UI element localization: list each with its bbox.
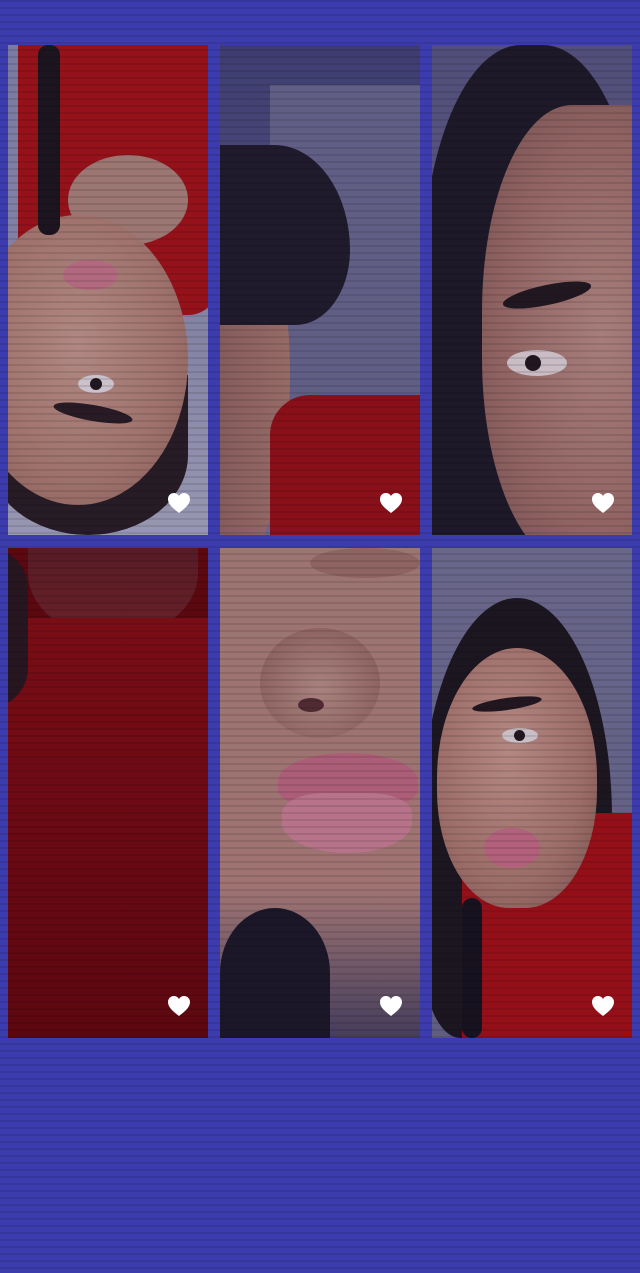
photo-image <box>8 45 208 535</box>
heart-icon <box>380 996 402 1016</box>
like-button[interactable] <box>166 994 192 1018</box>
like-button[interactable] <box>166 491 192 515</box>
photo-tile[interactable] <box>220 45 420 535</box>
photo-tile[interactable] <box>8 45 208 535</box>
photo-grid <box>8 45 632 1038</box>
like-button[interactable] <box>590 994 616 1018</box>
heart-icon <box>592 996 614 1016</box>
photo-image <box>8 548 208 1038</box>
photo-image <box>432 45 632 535</box>
empty-bottom-area <box>0 1040 640 1273</box>
photo-tile[interactable] <box>220 548 420 1038</box>
heart-icon <box>380 493 402 513</box>
photo-tile[interactable] <box>432 548 632 1038</box>
screen <box>0 0 640 1273</box>
photo-tile[interactable] <box>8 548 208 1038</box>
photo-image <box>220 45 420 535</box>
heart-icon <box>592 493 614 513</box>
heart-icon <box>168 996 190 1016</box>
photo-image <box>432 548 632 1038</box>
heart-icon <box>168 493 190 513</box>
like-button[interactable] <box>590 491 616 515</box>
like-button[interactable] <box>378 491 404 515</box>
photo-image <box>220 548 420 1038</box>
like-button[interactable] <box>378 994 404 1018</box>
photo-tile[interactable] <box>432 45 632 535</box>
